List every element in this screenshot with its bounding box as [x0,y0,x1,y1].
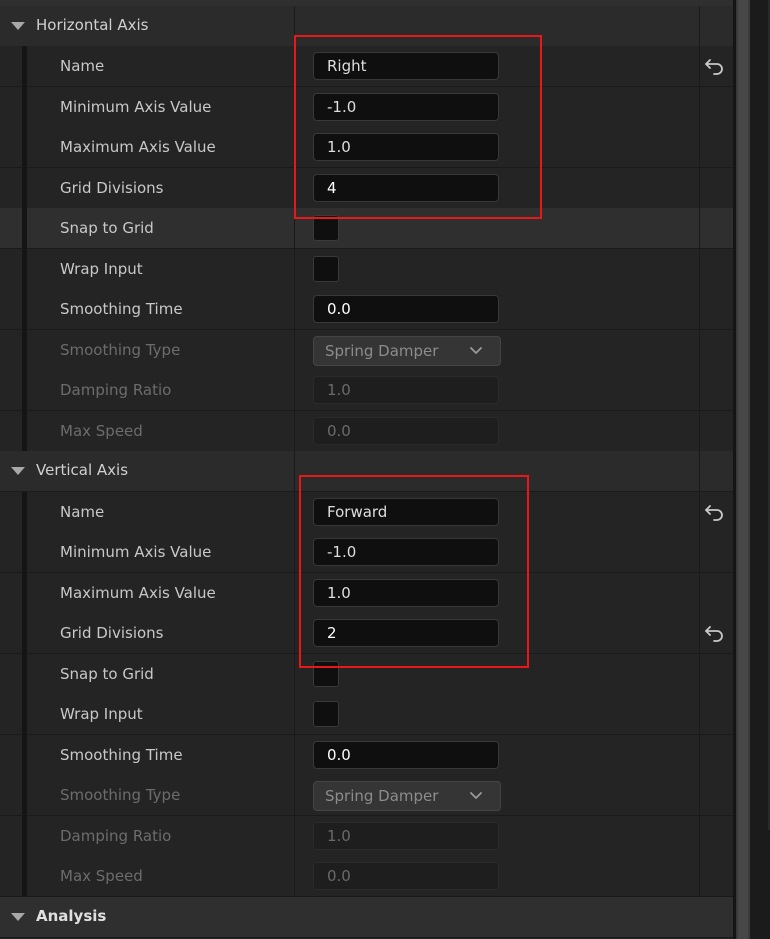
property-row-grid-divisions: Grid Divisions 2 [0,613,733,654]
smoothing-type-dropdown[interactable]: Spring Damper [313,781,501,811]
smoothing-time-input[interactable]: 0.0 [313,741,499,769]
property-row-snap-to-grid: Snap to Grid [0,208,733,249]
snap-to-grid-checkbox[interactable] [313,661,339,687]
property-label: Wrap Input [60,260,143,278]
wrap-input-checkbox[interactable] [313,256,339,282]
property-label: Smoothing Time [60,746,183,764]
property-label: Damping Ratio [60,381,172,399]
property-label: Snap to Grid [60,665,154,683]
property-label: Max Speed [60,867,143,885]
property-row-smoothing-type: Smoothing Type Spring Damper [0,775,733,816]
property-row-max-speed: Max Speed 0.0 [0,856,733,897]
caret-down-icon[interactable] [11,467,25,475]
property-row-max-speed: Max Speed 0.0 [0,411,733,452]
property-label: Minimum Axis Value [60,543,212,561]
reset-to-default-icon[interactable] [704,623,726,643]
property-row-minimum-axis-value: Minimum Axis Value -1.0 [0,87,733,128]
property-label: Smoothing Time [60,300,183,318]
smoothing-type-dropdown[interactable]: Spring Damper [313,336,501,366]
section-header-vertical-axis[interactable]: Vertical Axis [0,451,733,492]
property-row-maximum-axis-value: Maximum Axis Value 1.0 [0,573,733,614]
max-speed-input: 0.0 [313,417,499,445]
property-row-maximum-axis-value: Maximum Axis Value 1.0 [0,127,733,168]
property-row-smoothing-time: Smoothing Time 0.0 [0,289,733,330]
damping-ratio-input: 1.0 [313,376,499,404]
caret-down-icon[interactable] [11,22,25,30]
property-row-wrap-input: Wrap Input [0,694,733,735]
property-row-name: Name Right [0,46,733,87]
section-title: Vertical Axis [36,461,129,479]
details-panel: Horizontal Axis Name Right Minimum Axis … [0,0,733,939]
grid-divisions-input[interactable]: 4 [313,174,499,202]
wrap-input-checkbox[interactable] [313,701,339,727]
minimum-axis-value-input[interactable]: -1.0 [313,538,499,566]
chevron-down-icon [470,347,482,354]
property-label: Damping Ratio [60,827,172,845]
chevron-down-icon [470,792,482,799]
property-row-smoothing-type: Smoothing Type Spring Damper [0,330,733,371]
snap-to-grid-checkbox[interactable] [313,215,339,241]
grid-divisions-input[interactable]: 2 [313,619,499,647]
property-label: Name [60,57,105,75]
property-label: Max Speed [60,422,143,440]
dropdown-value: Spring Damper [325,342,439,360]
property-label: Smoothing Type [60,786,181,804]
property-row-grid-divisions: Grid Divisions 4 [0,168,733,209]
section-header-horizontal-axis[interactable]: Horizontal Axis [0,6,733,47]
dropdown-value: Spring Damper [325,787,439,805]
smoothing-time-input[interactable]: 0.0 [313,295,499,323]
property-label: Grid Divisions [60,179,164,197]
right-gutter [750,0,770,939]
name-input[interactable]: Right [313,52,499,80]
property-label: Maximum Axis Value [60,138,216,156]
property-label: Smoothing Type [60,341,181,359]
property-label: Snap to Grid [60,219,154,237]
section-header-analysis[interactable]: Analysis [0,897,733,938]
property-row-smoothing-time: Smoothing Time 0.0 [0,735,733,776]
property-label: Minimum Axis Value [60,98,212,116]
property-row-name: Name Forward [0,492,733,533]
property-label: Maximum Axis Value [60,584,216,602]
minimum-axis-value-input[interactable]: -1.0 [313,93,499,121]
section-title: Analysis [36,907,107,925]
reset-to-default-icon[interactable] [704,502,726,522]
property-label: Name [60,503,105,521]
caret-down-icon[interactable] [11,913,25,921]
damping-ratio-input: 1.0 [313,822,499,850]
max-speed-input: 0.0 [313,862,499,890]
property-row-snap-to-grid: Snap to Grid [0,654,733,695]
name-input[interactable]: Forward [313,498,499,526]
property-row-wrap-input: Wrap Input [0,249,733,290]
section-title: Horizontal Axis [36,16,149,34]
property-row-minimum-axis-value: Minimum Axis Value -1.0 [0,532,733,573]
scrollbar-thumb[interactable] [738,0,748,939]
maximum-axis-value-input[interactable]: 1.0 [313,579,499,607]
maximum-axis-value-input[interactable]: 1.0 [313,133,499,161]
reset-to-default-icon[interactable] [704,56,726,76]
property-label: Grid Divisions [60,624,164,642]
property-label: Wrap Input [60,705,143,723]
property-row-damping-ratio: Damping Ratio 1.0 [0,816,733,857]
property-row-damping-ratio: Damping Ratio 1.0 [0,370,733,411]
